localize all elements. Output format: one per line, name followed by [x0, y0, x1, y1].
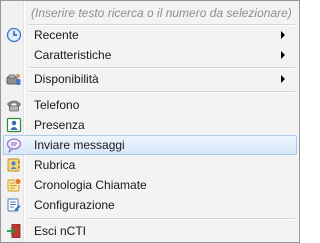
menu-item-label: Cronologia Chiamate — [34, 178, 147, 192]
menu-item-inviare-messaggi[interactable]: Inviare messaggi — [3, 135, 297, 155]
separator — [29, 218, 295, 220]
submenu-arrow-icon — [281, 31, 285, 39]
menu-item-label: Recente — [34, 28, 79, 42]
menu-item-recente[interactable]: Recente — [3, 25, 297, 45]
phone-user-icon — [6, 73, 21, 85]
menu-item-label: Inviare messaggi — [34, 138, 125, 152]
menu-item-cronologia-chiamate[interactable]: Cronologia Chiamate — [3, 175, 297, 195]
menu-item-rubrica[interactable]: Rubrica — [3, 155, 297, 175]
call-history-icon — [7, 178, 22, 192]
menu-item-label: Presenza — [34, 118, 85, 132]
presence-icon — [6, 117, 22, 133]
telephone-icon — [6, 100, 22, 112]
context-menu: Recente Caratteristiche Disponibilità Te… — [0, 0, 300, 243]
exit-icon — [7, 224, 21, 238]
submenu-arrow-icon — [281, 75, 285, 83]
clock-icon — [6, 27, 22, 43]
menu-item-label: Configurazione — [34, 198, 115, 212]
submenu-arrow-icon — [281, 51, 285, 59]
message-bubble-icon — [6, 138, 22, 153]
menu-item-label: Disponibilità — [34, 72, 99, 86]
menu-item-telefono[interactable]: Telefono — [3, 95, 297, 115]
address-book-icon — [7, 158, 20, 172]
menu-item-esci-ncti[interactable]: Esci nCTI — [3, 221, 297, 241]
menu-item-disponibilita[interactable]: Disponibilità — [3, 69, 297, 89]
menu-item-presenza[interactable]: Presenza — [3, 115, 297, 135]
menu-item-caratteristiche[interactable]: Caratteristiche — [3, 45, 297, 65]
separator — [29, 91, 295, 93]
menu-item-label: Telefono — [34, 98, 80, 112]
menu-item-configurazione[interactable]: Configurazione — [3, 195, 297, 215]
search-input[interactable] — [31, 5, 293, 21]
menu-item-label: Caratteristiche — [34, 48, 112, 62]
configuration-icon — [7, 198, 21, 212]
menu-item-label: Rubrica — [34, 158, 76, 172]
menu-item-label: Esci nCTI — [34, 224, 87, 238]
